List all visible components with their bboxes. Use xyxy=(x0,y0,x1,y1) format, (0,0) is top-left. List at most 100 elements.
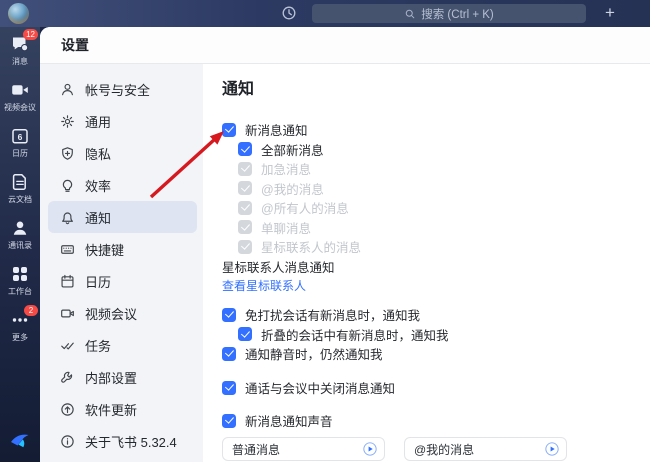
app-root: 搜索 (Ctrl + K) + 12 消息 视频会议 6 日历 云文档 通讯录 工作台 2 更多 … xyxy=(0,0,650,462)
settings-title: 设置 xyxy=(61,37,89,53)
sidebar-item-label: 日历 xyxy=(85,274,112,290)
checkbox-row[interactable]: 免打扰会话有新消息时，通知我 xyxy=(222,305,650,324)
checkbox xyxy=(238,220,252,234)
rail-item-cloud-docs[interactable]: 云文档 xyxy=(0,172,40,205)
sidebar-item-label: 通用 xyxy=(85,114,112,130)
checkbox-label: 折叠的会话中有新消息时，通知我 xyxy=(261,328,449,343)
sidebar-item-label: 软件更新 xyxy=(85,402,138,418)
sidebar-item-label: 快捷键 xyxy=(85,242,125,258)
contacts-icon xyxy=(10,218,30,238)
messages-icon: 12 xyxy=(10,29,38,54)
checkbox-row: @我的消息 xyxy=(238,179,650,198)
history-icon[interactable] xyxy=(281,5,297,21)
checkbox-label: 通知静音时，仍然通知我 xyxy=(245,348,383,362)
checkbox xyxy=(238,239,252,254)
calendar-icon: 6 xyxy=(10,126,30,146)
sidebar-item-about[interactable]: 关于飞书 5.32.4 xyxy=(48,425,197,457)
checkbox-label: 单聊消息 xyxy=(261,221,312,236)
video-meeting-icon xyxy=(10,80,30,100)
search-placeholder: 搜索 (Ctrl + K) xyxy=(421,8,494,21)
checkbox[interactable] xyxy=(238,142,252,156)
sidebar-item-label: 通知 xyxy=(85,210,112,226)
search-icon xyxy=(405,9,415,18)
rail-item-label: 云文档 xyxy=(8,195,32,204)
shortcuts-icon xyxy=(60,242,75,257)
sidebar-item-label: 视频会议 xyxy=(85,306,138,322)
notifications-icon xyxy=(60,210,75,225)
feishu-logo-icon[interactable] xyxy=(9,430,31,452)
meeting-notification-group: 通话与会议中关闭消息通知 xyxy=(222,378,650,397)
checkbox-row[interactable]: 新消息通知声音 xyxy=(222,411,650,430)
checkbox-row[interactable]: 通知静音时，仍然通知我 xyxy=(222,344,650,363)
sidebar-item-internal-settings[interactable]: 内部设置 xyxy=(48,361,197,393)
user-avatar[interactable] xyxy=(8,3,29,24)
rail-item-more[interactable]: 2 更多 xyxy=(0,305,40,343)
play-sound-button[interactable] xyxy=(545,442,559,456)
sound-select[interactable]: @我的消息 xyxy=(404,437,567,461)
rail-item-messages[interactable]: 12 消息 xyxy=(0,29,40,67)
checkbox-label: @所有人的消息 xyxy=(261,202,349,216)
notification-settings-panel: 通知 新消息通知 全部新消息 加急消息 @我的消息 @所有人的消息 单聊消息 星标联系人的消… xyxy=(203,64,650,462)
checkbox-row[interactable]: 新消息通知 xyxy=(222,120,650,139)
sidebar-item-notifications[interactable]: 通知 xyxy=(48,201,197,233)
checkbox-row[interactable]: 折叠的会话中有新消息时，通知我 xyxy=(238,325,650,344)
checkbox xyxy=(238,181,252,195)
cloud-docs-icon xyxy=(10,172,30,192)
checkbox-row: 单聊消息 xyxy=(238,218,650,237)
sound-select[interactable]: 普通消息 xyxy=(222,437,385,461)
sidebar-item-calendar[interactable]: 日历 xyxy=(48,265,197,297)
rail-item-video-meeting[interactable]: 视频会议 xyxy=(0,80,40,113)
checkbox-label: 通话与会议中关闭消息通知 xyxy=(245,382,396,396)
page-title: 通知 xyxy=(222,81,255,98)
sidebar-item-tasks[interactable]: 任务 xyxy=(48,329,197,361)
sidebar-item-software-update[interactable]: 软件更新 xyxy=(48,393,197,425)
about-icon xyxy=(60,434,75,449)
notification-badge: 12 xyxy=(23,29,38,40)
rail-item-label: 消息 xyxy=(12,57,28,66)
rail-item-label: 更多 xyxy=(12,333,28,342)
checkbox-row: 加急消息 xyxy=(238,159,650,178)
rail-item-label: 工作台 xyxy=(8,287,32,296)
checkbox-label: 免打扰会话有新消息时，通知我 xyxy=(245,309,421,323)
sound-select-value: @我的消息 xyxy=(414,442,475,457)
checkbox-row[interactable]: 通话与会议中关闭消息通知 xyxy=(222,378,650,397)
sidebar-item-efficiency[interactable]: 效率 xyxy=(48,169,197,201)
checkbox-row[interactable]: 全部新消息 xyxy=(238,140,650,159)
checkbox-label: 新消息通知 xyxy=(245,124,308,138)
checkbox[interactable] xyxy=(222,346,236,361)
svg-text:6: 6 xyxy=(18,132,23,142)
checkbox[interactable] xyxy=(238,327,252,341)
sidebar-item-privacy[interactable]: 隐私 xyxy=(48,137,197,169)
settings-window: 设置 帐号与安全 通用 隐私 效率 通知 快捷键 日历 视频会议 任务 内部设置 软件更新 关于飞书 … xyxy=(40,27,650,462)
efficiency-icon xyxy=(60,178,75,193)
checkbox[interactable] xyxy=(222,122,236,137)
checkbox[interactable] xyxy=(222,307,236,322)
sidebar-item-general[interactable]: 通用 xyxy=(48,105,197,137)
search-input[interactable]: 搜索 (Ctrl + K) xyxy=(312,4,586,23)
sidebar-item-shortcuts[interactable]: 快捷键 xyxy=(48,233,197,265)
privacy-icon xyxy=(60,146,75,161)
checkbox-label: 加急消息 xyxy=(261,163,312,177)
workbench-icon xyxy=(10,264,30,284)
sound-select-row-1: 普通消息 @我的消息 xyxy=(222,437,650,461)
checkbox[interactable] xyxy=(222,413,236,428)
new-tab-button[interactable]: + xyxy=(599,1,621,25)
software-update-icon xyxy=(60,402,75,417)
message-notification-group: 新消息通知 全部新消息 加急消息 @我的消息 @所有人的消息 单聊消息 星标联系人的消息 xyxy=(222,120,650,256)
top-bar: 搜索 (Ctrl + K) + xyxy=(0,0,650,27)
checkbox[interactable] xyxy=(222,380,236,395)
rail-item-calendar[interactable]: 6 日历 xyxy=(0,126,40,159)
rail-item-workbench[interactable]: 工作台 xyxy=(0,264,40,297)
play-sound-button[interactable] xyxy=(363,442,377,456)
sidebar-item-account-security[interactable]: 帐号与安全 xyxy=(48,73,197,105)
sidebar-item-label: 内部设置 xyxy=(85,370,138,386)
sidebar-item-label: 任务 xyxy=(85,338,112,354)
sidebar-item-video-meeting[interactable]: 视频会议 xyxy=(48,297,197,329)
view-starred-contacts-link[interactable]: 查看星标联系人 xyxy=(222,279,306,294)
dnd-notification-group: 免打扰会话有新消息时，通知我折叠的会话中有新消息时，通知我通知静音时，仍然通知我 xyxy=(222,305,650,363)
app-rail: 12 消息视频会议 6 日历云文档通讯录工作台 2 更多 xyxy=(0,27,40,462)
rail-item-contacts[interactable]: 通讯录 xyxy=(0,218,40,251)
sound-select-value: 普通消息 xyxy=(232,442,281,457)
checkbox-label: 全部新消息 xyxy=(261,143,324,158)
notification-badge: 2 xyxy=(24,305,38,316)
